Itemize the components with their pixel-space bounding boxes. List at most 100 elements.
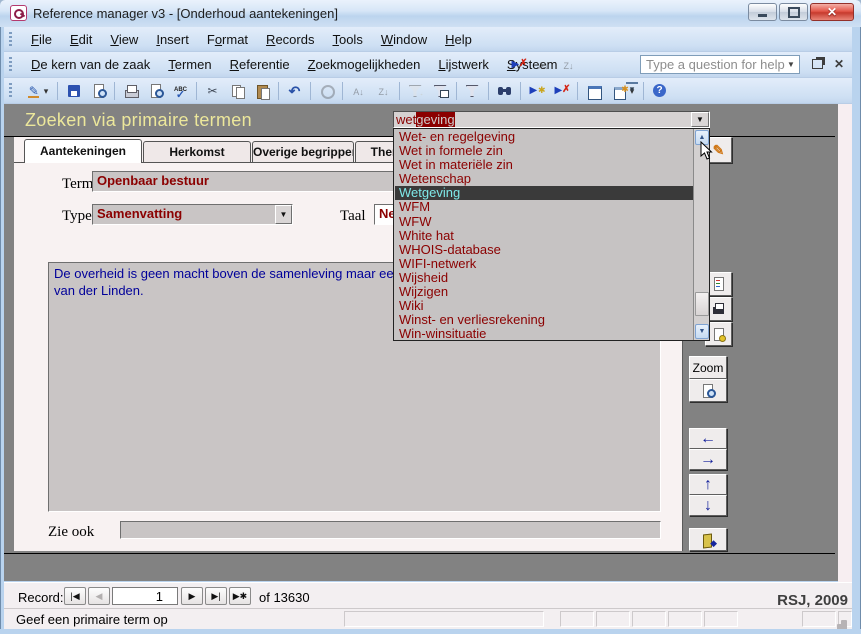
down-term-button[interactable]: ↓ [689, 495, 727, 516]
dropdown-items: Wet- en regelgevingWet in formele zinWet… [395, 130, 693, 341]
appmenu-lijstwerk[interactable]: Lijstwerk [429, 55, 498, 74]
dropdown-scrollbar[interactable]: ▲ ▼ [693, 129, 709, 340]
delete-record-button[interactable] [507, 54, 530, 76]
zoom-button[interactable]: Zoom [689, 356, 727, 379]
appmenu-referentie[interactable]: Referentie [221, 55, 299, 74]
menu-tools[interactable]: Tools [323, 30, 371, 49]
exit-door-icon [700, 532, 716, 548]
first-record-button[interactable]: |◀ [64, 587, 86, 605]
tab-herkomst[interactable]: Herkomst [143, 141, 251, 162]
save-button[interactable] [62, 80, 85, 102]
record-navigation-bar: Record: |◀ ◀ 1 ▶ ▶| ▶✱ of 13630 [4, 582, 852, 608]
dropdown-item[interactable]: Wet in formele zin [395, 144, 693, 158]
database-window-button[interactable] [582, 80, 605, 102]
sort-ascending-icon [536, 57, 552, 73]
menu-help[interactable]: Help [436, 30, 481, 49]
mdi-restore-icon[interactable] [812, 59, 823, 69]
type-dropdown-icon[interactable]: ▼ [275, 205, 292, 224]
menu-items: FileEditViewInsertFormatRecordsToolsWind… [22, 27, 481, 51]
dropdown-item[interactable]: WHOIS-database [395, 243, 693, 257]
window-inner-background [838, 104, 852, 608]
next-record-icon: ▶ [189, 591, 196, 602]
next-record-button[interactable]: ▶ [181, 587, 203, 605]
delete-record-button[interactable] [550, 80, 573, 102]
new-record-icon [529, 83, 545, 99]
combo-dropdown-icon[interactable]: ▼ [691, 112, 709, 127]
find-button[interactable] [493, 80, 516, 102]
dropdown-item[interactable]: Wet- en regelgeving [395, 130, 693, 144]
help-button[interactable] [648, 80, 671, 102]
record-label: Record: [18, 590, 64, 605]
menu-insert[interactable]: Insert [147, 30, 198, 49]
menu-file[interactable]: File [22, 30, 61, 49]
tab-overige-begrippen[interactable]: Overige begrippen [252, 141, 354, 162]
record-number-input[interactable]: 1 [112, 587, 178, 605]
taal-label: Taal [340, 208, 366, 225]
preview-button[interactable] [689, 379, 727, 402]
previous-term-button[interactable]: ← [689, 428, 727, 449]
menu-window[interactable]: Window [372, 30, 436, 49]
resize-grip[interactable] [841, 620, 847, 626]
exit-button[interactable] [689, 528, 727, 551]
design-view-button[interactable]: ▾ [21, 80, 53, 102]
maximize-button[interactable] [779, 3, 808, 21]
status-bar: Geef een primaire term op [4, 608, 852, 629]
menu-format[interactable]: Format [198, 30, 257, 49]
next-term-button[interactable]: → [689, 449, 727, 470]
dropdown-item[interactable]: WIFI-netwerk [395, 257, 693, 271]
filter-by-form-button[interactable] [429, 80, 452, 102]
dropdown-item[interactable]: Win-winsituatie [395, 327, 693, 341]
print-preview-button[interactable] [144, 80, 167, 102]
spelling-button[interactable] [169, 80, 192, 102]
dropdown-item[interactable]: Winst- en verliesrekening [395, 313, 693, 327]
minimize-button[interactable] [748, 3, 777, 21]
title-bar[interactable]: Reference manager v3 - [Onderhoud aantek… [0, 0, 861, 27]
toolbar-grip[interactable] [9, 32, 12, 48]
dropdown-item[interactable]: WFM [395, 200, 693, 214]
print-button[interactable] [119, 80, 142, 102]
apply-filter-button[interactable] [461, 80, 484, 102]
scrollbar-thumb[interactable] [695, 292, 709, 316]
up-term-button[interactable]: ↑ [689, 474, 727, 495]
paste-button[interactable] [251, 80, 274, 102]
combo-typed-text: wet [396, 112, 416, 127]
help-search-input[interactable]: Type a question for help [640, 55, 800, 74]
dropdown-item[interactable]: Wet in materiële zin [395, 158, 693, 172]
dropdown-item[interactable]: Wetenschap [395, 172, 693, 186]
sort-ascending-icon [351, 83, 367, 99]
appmenu-termen[interactable]: Termen [159, 55, 220, 74]
dropdown-item[interactable]: Wetgeving [395, 186, 693, 200]
dropdown-item[interactable]: Wijzigen [395, 285, 693, 299]
new-record-button[interactable]: ▶✱ [229, 587, 251, 605]
menu-view[interactable]: View [101, 30, 147, 49]
appmenu-de-kern-van-de-zaak[interactable]: De kern van de zaak [22, 55, 159, 74]
cut-button[interactable] [201, 80, 224, 102]
mdi-close-icon[interactable]: ✕ [834, 57, 844, 71]
menu-edit[interactable]: Edit [61, 30, 101, 49]
scroll-down-icon[interactable]: ▼ [695, 324, 709, 339]
new-record-button[interactable] [525, 80, 548, 102]
primary-term-combobox[interactable]: wetgeving [393, 111, 710, 128]
file-search-button[interactable] [87, 80, 110, 102]
dropdown-item[interactable]: White hat [395, 229, 693, 243]
copy-button[interactable] [226, 80, 249, 102]
undo-button[interactable] [283, 80, 306, 102]
last-record-button[interactable]: ▶| [205, 587, 227, 605]
appmenu-zoekmogelijkheden[interactable]: Zoekmogelijkheden [299, 55, 430, 74]
last-record-icon: ▶| [211, 591, 220, 602]
help-search-dropdown-icon[interactable]: ▼ [787, 60, 795, 69]
arrow-up-icon: ↑ [704, 476, 712, 494]
standard-toolbar: ▾▾ ▾ [4, 78, 852, 104]
menu-records[interactable]: Records [257, 30, 323, 49]
tab-aantekeningen[interactable]: Aantekeningen [24, 139, 142, 163]
toolbar-grip[interactable] [9, 83, 12, 99]
zie-ook-field[interactable] [120, 521, 661, 539]
close-button[interactable] [810, 3, 854, 21]
type-combobox[interactable]: Samenvatting [92, 204, 293, 225]
dropdown-item[interactable]: Wiki [395, 299, 693, 313]
term-label: Term [62, 176, 93, 193]
dropdown-item[interactable]: WFW [395, 215, 693, 229]
dropdown-item[interactable]: Wijsheid [395, 271, 693, 285]
toolbar-options-icon[interactable]: ▾ [626, 82, 638, 100]
toolbar-grip[interactable] [9, 57, 12, 73]
